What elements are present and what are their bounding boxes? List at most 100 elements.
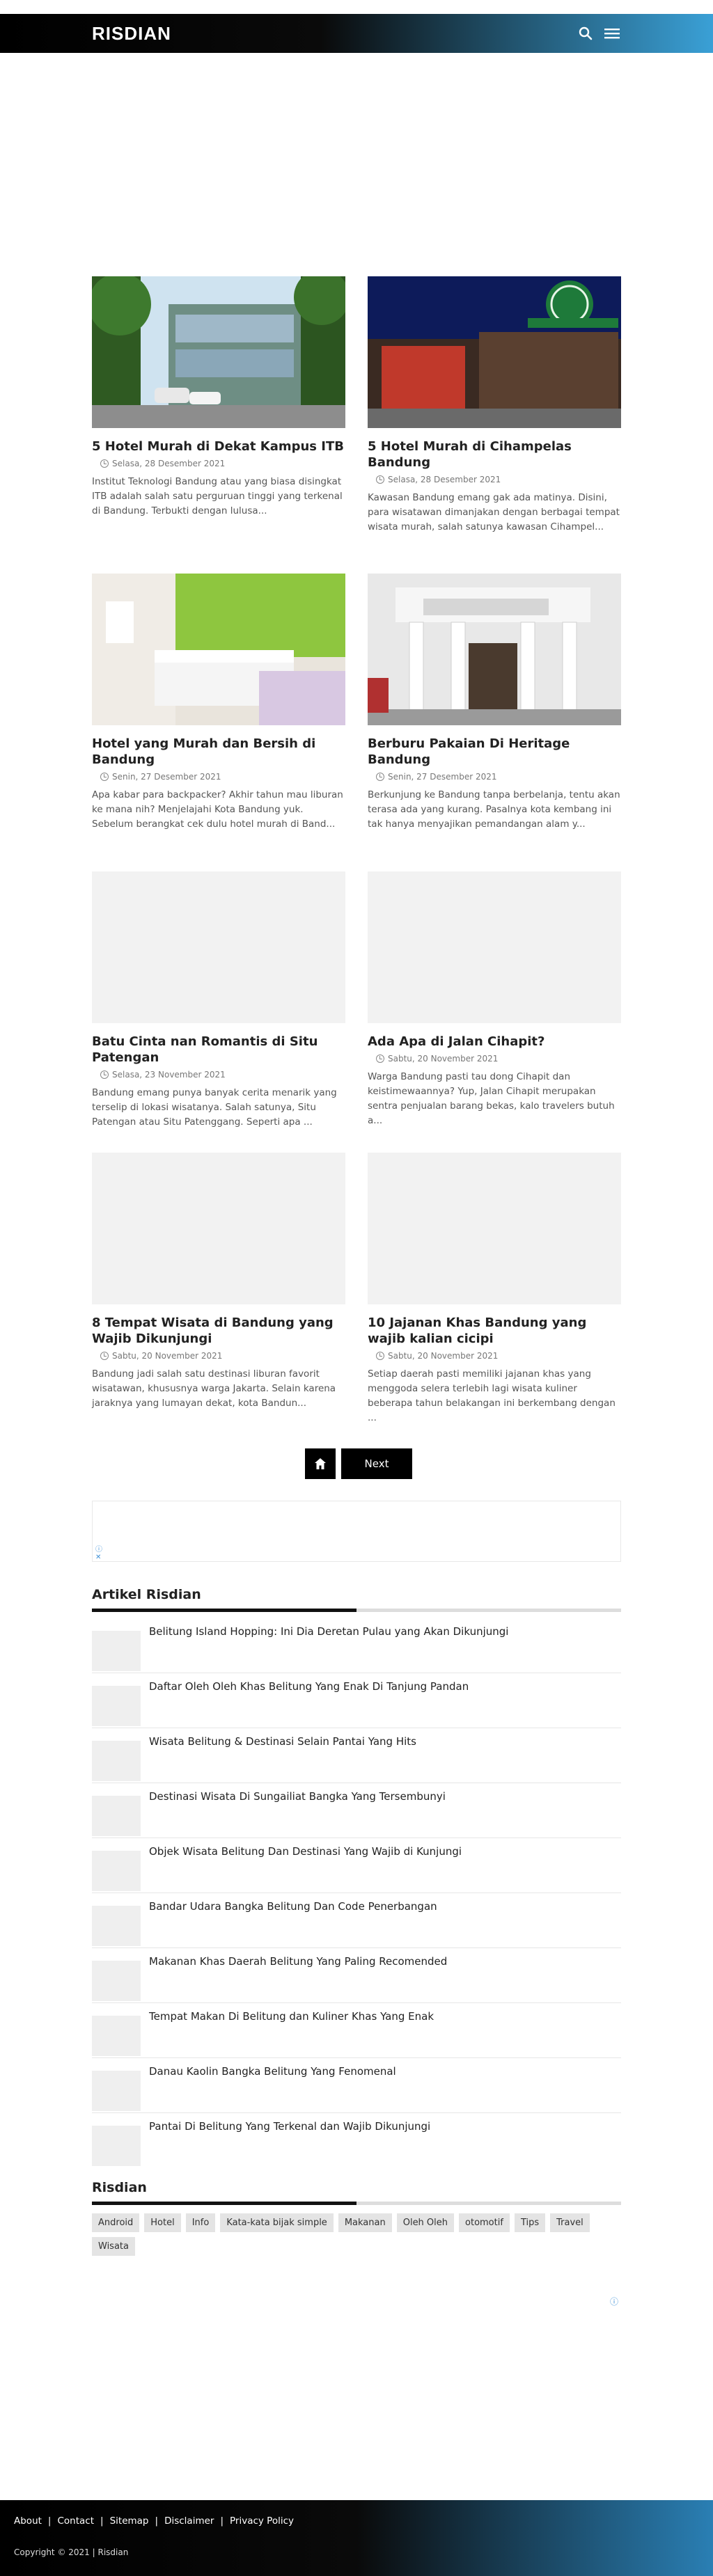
tag-link[interactable]: Kata-kata bijak simple: [220, 2213, 334, 2232]
footer-link-disclaimer[interactable]: Disclaimer: [164, 2515, 214, 2527]
article-title[interactable]: Pantai Di Belitung Yang Terkenal dan Waj…: [149, 2120, 430, 2133]
tag-link[interactable]: Makanan: [338, 2213, 392, 2232]
post-title[interactable]: 5 Hotel Murah di Dekat Kampus ITB: [92, 438, 345, 455]
footer-link-contact[interactable]: Contact: [57, 2515, 94, 2527]
post-card[interactable]: 8 Tempat Wisata di Bandung yang Wajib Di…: [92, 1153, 345, 1411]
post-thumbnail[interactable]: [92, 574, 345, 725]
search-icon[interactable]: [578, 26, 593, 41]
list-item[interactable]: Danau Kaolin Bangka Belitung Yang Fenome…: [92, 2058, 621, 2113]
post-excerpt: Apa kabar para backpacker? Akhir tahun m…: [92, 789, 343, 830]
next-page-button[interactable]: Next: [341, 1448, 412, 1479]
article-thumbnail[interactable]: [92, 2126, 141, 2166]
article-thumbnail[interactable]: [92, 1686, 141, 1726]
post-card[interactable]: Ada Apa di Jalan Cihapit? Sabtu, 20 Nove…: [368, 871, 621, 1128]
tag-link[interactable]: otomotif: [459, 2213, 510, 2232]
tag-link[interactable]: Info: [185, 2213, 216, 2232]
post-date: Selasa, 28 Desember 2021: [368, 475, 621, 484]
post-thumbnail[interactable]: [368, 276, 621, 428]
post-excerpt: Berkunjung ke Bandung tanpa berbelanja, …: [368, 789, 620, 830]
post-date: Sabtu, 20 November 2021: [92, 1351, 345, 1361]
list-item[interactable]: Destinasi Wisata Di Sungailiat Bangka Ya…: [92, 1783, 621, 1838]
clock-icon: [376, 1054, 384, 1063]
clock-icon: [376, 475, 384, 484]
post-date: Selasa, 23 November 2021: [92, 1070, 345, 1080]
article-title[interactable]: Objek Wisata Belitung Dan Destinasi Yang…: [149, 1845, 462, 1858]
list-item[interactable]: Tempat Makan Di Belitung dan Kuliner Kha…: [92, 2003, 621, 2058]
post-date: Sabtu, 20 November 2021: [368, 1351, 621, 1361]
post-card[interactable]: Batu Cinta nan Romantis di Situ Patengan…: [92, 871, 345, 1130]
post-card[interactable]: 10 Jajanan Khas Bandung yang wajib kalia…: [368, 1153, 621, 1425]
post-excerpt: Kawasan Bandung emang gak ada matinya. D…: [368, 492, 620, 532]
tag-link[interactable]: Oleh Oleh: [396, 2213, 455, 2232]
tag-link[interactable]: Travel: [550, 2213, 590, 2232]
post-card[interactable]: Hotel yang Murah dan Bersih di Bandung S…: [92, 574, 345, 832]
post-thumbnail[interactable]: [92, 276, 345, 428]
post-excerpt: Institut Teknologi Bandung atau yang bia…: [92, 476, 343, 516]
article-title[interactable]: Bandar Udara Bangka Belitung Dan Code Pe…: [149, 1900, 437, 1913]
article-thumbnail[interactable]: [92, 2016, 141, 2056]
list-item[interactable]: Makanan Khas Daerah Belitung Yang Paling…: [92, 1948, 621, 2003]
list-item[interactable]: Wisata Belitung & Destinasi Selain Panta…: [92, 1728, 621, 1783]
post-card[interactable]: 5 Hotel Murah di Dekat Kampus ITB Selasa…: [92, 276, 345, 519]
post-card[interactable]: 5 Hotel Murah di Cihampelas Bandung Sela…: [368, 276, 621, 535]
post-card[interactable]: Berburu Pakaian Di Heritage Bandung Seni…: [368, 574, 621, 832]
section-divider: [92, 2202, 621, 2205]
post-title[interactable]: 5 Hotel Murah di Cihampelas Bandung: [368, 438, 621, 471]
post-title[interactable]: 8 Tempat Wisata di Bandung yang Wajib Di…: [92, 1315, 345, 1347]
post-title[interactable]: Hotel yang Murah dan Bersih di Bandung: [92, 736, 345, 768]
article-thumbnail[interactable]: [92, 1906, 141, 1946]
footer-link-about[interactable]: About: [14, 2515, 42, 2527]
post-thumbnail[interactable]: [368, 574, 621, 725]
post-thumbnail[interactable]: [92, 1153, 345, 1304]
tag-cloud: Android Hotel Info Kata-kata bijak simpl…: [92, 2213, 621, 2256]
article-thumbnail[interactable]: [92, 1851, 141, 1891]
post-title[interactable]: Batu Cinta nan Romantis di Situ Patengan: [92, 1034, 345, 1066]
post-excerpt: Bandung emang punya banyak cerita menari…: [92, 1087, 337, 1128]
ad-slot: ⓘ ✕: [92, 1501, 621, 1562]
article-title[interactable]: Belitung Island Hopping: Ini Dia Deretan…: [149, 1625, 508, 1638]
clock-icon: [100, 1352, 109, 1360]
ad-info-icon[interactable]: ⓘ ✕: [95, 1543, 102, 1561]
article-title[interactable]: Destinasi Wisata Di Sungailiat Bangka Ya…: [149, 1790, 446, 1803]
site-footer: About | Contact | Sitemap | Disclaimer | Pri…: [0, 2500, 713, 2576]
article-thumbnail[interactable]: [92, 1796, 141, 1836]
clock-icon: [100, 773, 109, 781]
tag-link[interactable]: Tips: [514, 2213, 546, 2232]
article-thumbnail[interactable]: [92, 2071, 141, 2111]
article-title[interactable]: Wisata Belitung & Destinasi Selain Panta…: [149, 1735, 416, 1748]
tag-link[interactable]: Android: [92, 2213, 140, 2232]
ad-info-icon[interactable]: ⓘ: [610, 2296, 618, 2307]
footer-link-privacy[interactable]: Privacy Policy: [230, 2515, 294, 2527]
post-thumbnail[interactable]: [368, 871, 621, 1023]
list-item[interactable]: Daftar Oleh Oleh Khas Belitung Yang Enak…: [92, 1673, 621, 1728]
copyright-text: Copyright © 2021 | Risdian: [14, 2547, 129, 2557]
article-title[interactable]: Danau Kaolin Bangka Belitung Yang Fenome…: [149, 2065, 396, 2078]
article-title[interactable]: Daftar Oleh Oleh Khas Belitung Yang Enak…: [149, 1680, 469, 1693]
tag-link[interactable]: Wisata: [92, 2237, 135, 2256]
list-item[interactable]: Objek Wisata Belitung Dan Destinasi Yang…: [92, 1838, 621, 1893]
site-brand[interactable]: RISDIAN: [92, 23, 171, 45]
clock-icon: [100, 459, 109, 468]
footer-link-sitemap[interactable]: Sitemap: [110, 2515, 149, 2527]
post-title[interactable]: Berburu Pakaian Di Heritage Bandung: [368, 736, 621, 768]
article-thumbnail[interactable]: [92, 1631, 141, 1671]
article-thumbnail[interactable]: [92, 1961, 141, 2001]
clock-icon: [376, 1352, 384, 1360]
site-header: RISDIAN: [0, 14, 713, 53]
footer-links: About | Contact | Sitemap | Disclaimer | Pri…: [14, 2515, 295, 2527]
post-title[interactable]: 10 Jajanan Khas Bandung yang wajib kalia…: [368, 1315, 621, 1347]
list-item[interactable]: Bandar Udara Bangka Belitung Dan Code Pe…: [92, 1893, 621, 1948]
tag-link[interactable]: Hotel: [144, 2213, 181, 2232]
article-title[interactable]: Tempat Makan Di Belitung dan Kuliner Kha…: [149, 2010, 434, 2023]
pagination: Next: [305, 1448, 412, 1479]
post-title[interactable]: Ada Apa di Jalan Cihapit?: [368, 1034, 621, 1050]
post-thumbnail[interactable]: [92, 871, 345, 1023]
post-excerpt: Setiap daerah pasti memiliki jajanan kha…: [368, 1368, 616, 1423]
article-title[interactable]: Makanan Khas Daerah Belitung Yang Paling…: [149, 1955, 447, 1968]
list-item[interactable]: Pantai Di Belitung Yang Terkenal dan Waj…: [92, 2113, 621, 2168]
hamburger-menu-icon[interactable]: [603, 26, 621, 41]
post-thumbnail[interactable]: [368, 1153, 621, 1304]
article-thumbnail[interactable]: [92, 1741, 141, 1781]
list-item[interactable]: Belitung Island Hopping: Ini Dia Deretan…: [92, 1618, 621, 1673]
home-button[interactable]: [305, 1448, 336, 1479]
